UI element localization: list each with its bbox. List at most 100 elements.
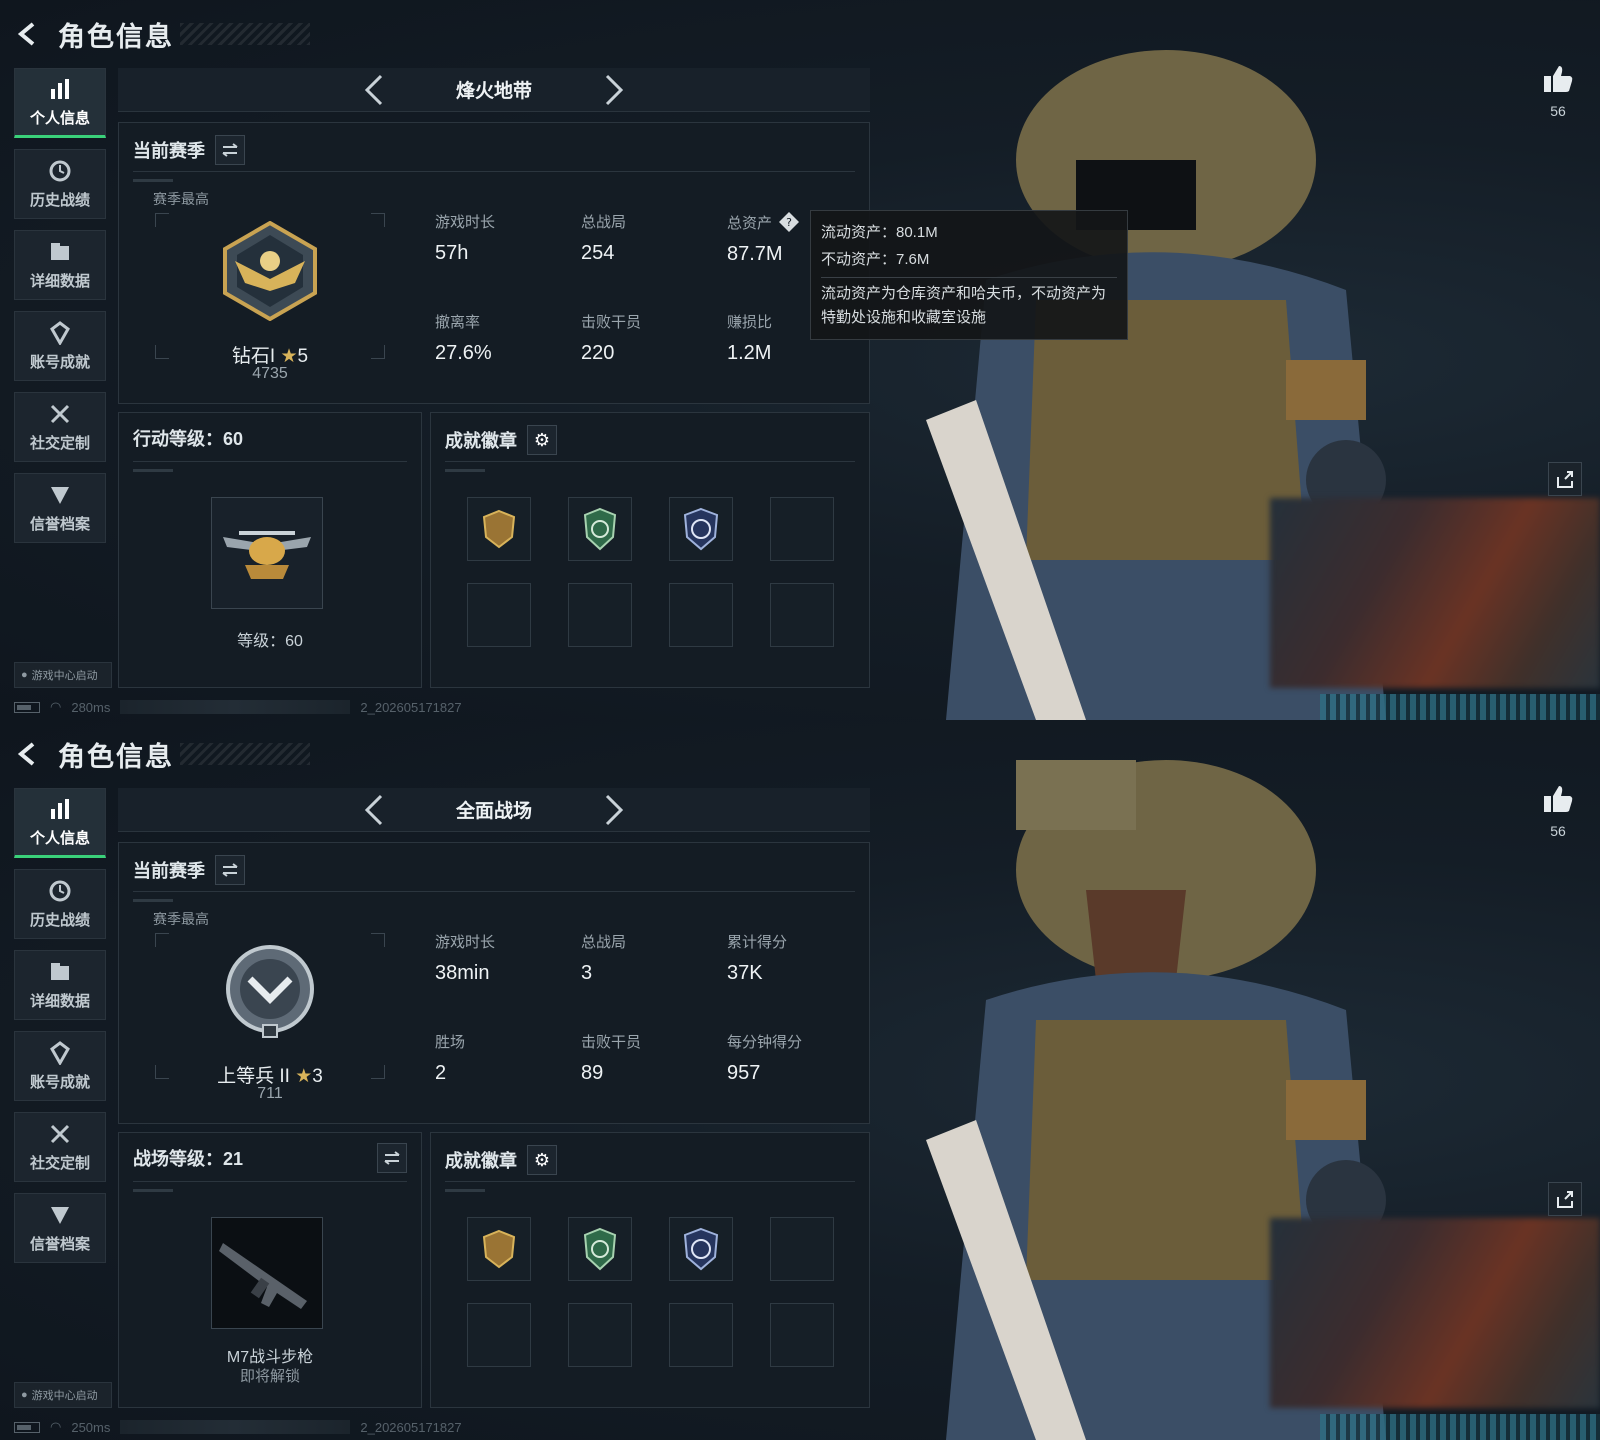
stat-total-matches: 总战局 254 [581,211,711,265]
gear-button[interactable]: ⚙ [527,1145,557,1175]
badge-slot[interactable] [669,1217,733,1281]
share-button[interactable] [1548,1182,1582,1216]
sidebar-item-credit[interactable]: 信誉档案 [14,473,106,543]
sidebar-item-achievements[interactable]: 账号成就 [14,1031,106,1101]
gear-button[interactable]: ⚙ [527,425,557,455]
badges-title-row: 成就徽章 ⚙ [445,1145,557,1175]
sidebar-item-label: 账号成就 [29,354,90,371]
stat-label: 总战局 [581,934,627,951]
badge-slot[interactable] [467,1217,531,1281]
badges-panel: 成就徽章 ⚙ [430,412,870,688]
divider [445,1181,855,1182]
chevron-left-icon[interactable] [354,790,394,830]
achievement-icon [47,320,73,346]
badge-slot-empty[interactable] [568,583,632,647]
like-count: 56 [1550,103,1566,119]
stat-value: 57h [435,242,469,264]
level-title: 战场等级：21 [133,1149,244,1169]
sidebar-item-personal-info[interactable]: 个人信息 [14,788,106,858]
chevron-right-icon[interactable] [594,790,634,830]
game-center-launch-tag: ● 游戏中心启动 [14,1382,112,1408]
stat-label: 撤离率 [435,314,481,331]
sidebar-item-label: 详细数据 [29,993,90,1010]
sidebar-item-history[interactable]: 历史战绩 [14,149,106,219]
sidebar-item-social[interactable]: 社交定制 [14,392,106,462]
decoration [1320,694,1600,720]
status-bar: ◠ 280ms 2_202605171827 [14,698,462,716]
build-id: 2_202605171827 [360,699,462,715]
stat-value: 220 [581,342,615,364]
sidebar-item-label: 社交定制 [29,435,90,452]
sidebar-item-achievements[interactable]: 账号成就 [14,311,106,381]
badge-slot-empty[interactable] [770,497,834,561]
level-panel: 战场等级：21 M7战斗步枪 即将解锁 [118,1132,422,1408]
build-id: 2_202605171827 [360,1419,462,1435]
launch-tag-label: 游戏中心启动 [31,670,98,682]
screen-battlefield-mode: 角色信息 个人信息 历史战绩 详细数据 账号成就 社交定制 信誉档案 ● 游戏中心… [0,720,1600,1440]
folder-icon [47,239,73,265]
sidebar-item-label: 个人信息 [29,110,90,127]
stat-extraction-rate: 撤离率 27.6% [435,311,565,365]
stat-value: 37K [727,962,763,984]
tools-icon [47,401,73,427]
badge-slot-empty[interactable] [770,583,834,647]
svg-text:?: ? [786,216,792,229]
badge-slot-empty[interactable] [770,1303,834,1367]
divider [821,277,1117,278]
decoration [1320,1414,1600,1440]
rank-title: 钻石I [231,346,276,367]
weapon-status: 即将解锁 [239,1368,300,1385]
thumbs-up-icon [1544,786,1573,812]
sidebar-item-details[interactable]: 详细数据 [14,230,106,300]
sidebar-item-social[interactable]: 社交定制 [14,1112,106,1182]
stat-score-per-minute: 每分钟得分 957 [727,1031,857,1085]
season-panel: 当前赛季 赛季最高 钻石I ★5 4735 游戏时长 57h 总战局 254 总… [118,122,870,404]
stat-label: 游戏时长 [435,214,496,231]
rifle-icon [211,1217,323,1329]
stat-value: 3 [581,962,593,984]
tools-icon [47,1121,73,1147]
badge-slot-empty[interactable] [568,1303,632,1367]
back-arrow-icon[interactable] [14,739,44,769]
blurred-id [120,700,351,714]
like-button[interactable]: 56 [1538,64,1578,119]
help-icon[interactable]: ? [778,211,800,233]
sidebar-item-history[interactable]: 历史战绩 [14,869,106,939]
like-button[interactable]: 56 [1538,784,1578,839]
chevron-left-icon[interactable] [354,70,394,110]
blue-shield-badge-icon [683,507,719,551]
stat-label: 累计得分 [727,934,788,951]
badge-slot-empty[interactable] [669,1303,733,1367]
share-button[interactable] [1548,462,1582,496]
title-decoration [180,743,310,765]
badge-slot-empty[interactable] [467,583,531,647]
green-shield-badge-icon [583,1227,617,1271]
sidebar-item-details[interactable]: 详细数据 [14,950,106,1020]
badge-slot-empty[interactable] [467,1303,531,1367]
badge-slot-empty[interactable] [770,1217,834,1281]
user-icon: ● [21,669,28,681]
sidebar-item-personal-info[interactable]: 个人信息 [14,68,106,138]
sidebar-item-label: 个人信息 [29,830,90,847]
stat-label: 每分钟得分 [727,1034,803,1051]
badge-grid [467,1217,837,1367]
swap-button[interactable] [377,1143,407,1173]
page-title: 角色信息 [58,21,174,52]
badges-title: 成就徽章 [445,431,517,451]
badges-title-row: 成就徽章 ⚙ [445,425,557,455]
season-panel: 当前赛季 赛季最高 上等兵 II ★3 711 游戏时长 38min 总战局 3… [118,842,870,1124]
launch-tag-label: 游戏中心启动 [31,1390,98,1402]
badge-slot[interactable] [467,497,531,561]
decoration [445,1189,485,1192]
sidebar-item-credit[interactable]: 信誉档案 [14,1193,106,1263]
history-icon [47,878,73,904]
chevron-right-icon[interactable] [594,70,634,110]
rank-info: 钻石I ★5 4735 [155,123,385,393]
stat-value: 27.6% [435,342,492,364]
badge-slot[interactable] [568,497,632,561]
rank-score: 711 [257,1085,283,1102]
badge-slot[interactable] [669,497,733,561]
back-arrow-icon[interactable] [14,19,44,49]
badge-slot-empty[interactable] [669,583,733,647]
badge-slot[interactable] [568,1217,632,1281]
